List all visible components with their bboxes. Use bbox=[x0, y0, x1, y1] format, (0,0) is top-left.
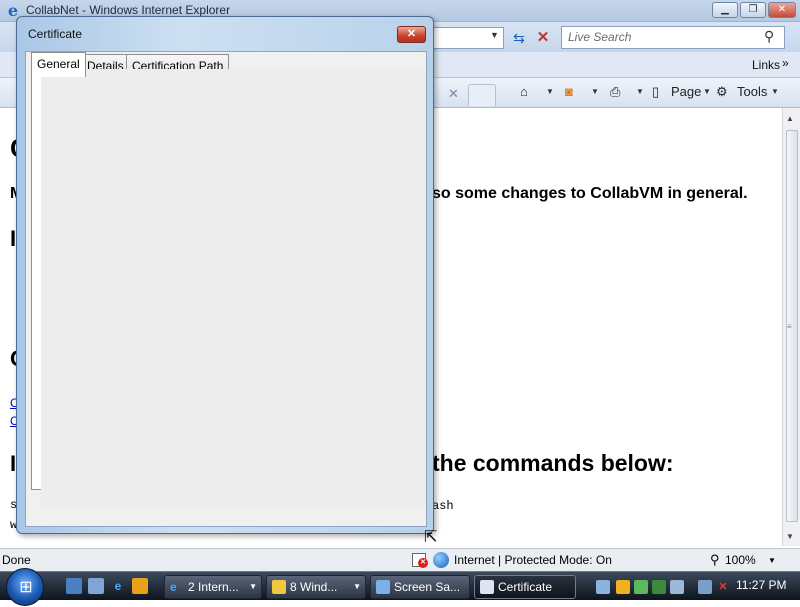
ie-quicklaunch-icon[interactable]: e bbox=[110, 578, 126, 594]
search-icon[interactable]: ⚲ bbox=[764, 28, 774, 45]
vertical-scrollbar[interactable]: ▲ ≡ ▼ bbox=[782, 108, 800, 546]
clock[interactable]: 11:27 PM bbox=[736, 578, 786, 592]
tray-app-icon[interactable] bbox=[652, 580, 666, 594]
page-dropdown-icon[interactable]: ▼ bbox=[703, 87, 711, 96]
new-tab-button[interactable] bbox=[468, 84, 496, 106]
scroll-grip-icon: ≡ bbox=[787, 322, 792, 331]
feeds-icon[interactable]: ◙ bbox=[565, 84, 573, 99]
media-player-icon[interactable] bbox=[132, 578, 148, 594]
scroll-up-icon[interactable]: ▲ bbox=[786, 114, 794, 123]
home-dropdown-icon[interactable]: ▼ bbox=[546, 87, 554, 96]
scroll-down-icon[interactable]: ▼ bbox=[786, 532, 794, 541]
page-icon: ▯ bbox=[652, 84, 660, 99]
zoom-level[interactable]: 100% bbox=[725, 553, 756, 567]
certificate-dialog: Certificate ✕ General Details Certificat… bbox=[16, 16, 434, 534]
window-close-button[interactable]: ✕ bbox=[768, 2, 796, 18]
page-text-line: so some changes to CollabVM in general. bbox=[432, 185, 748, 202]
taskbar-item-windows[interactable]: 8 Wind... ▼ bbox=[266, 575, 366, 599]
print-icon[interactable]: ⎙ bbox=[610, 84, 620, 100]
task-label: 8 Wind... bbox=[290, 580, 338, 594]
folder-task-icon bbox=[272, 580, 286, 594]
links-chevron-icon[interactable]: » bbox=[782, 56, 789, 70]
task-label: Screen Sa... bbox=[394, 580, 461, 594]
tools-dropdown-icon[interactable]: ▼ bbox=[771, 87, 779, 96]
tab-general[interactable]: General bbox=[31, 52, 86, 77]
refresh-icon[interactable]: ⇆ bbox=[508, 27, 530, 49]
certificate-task-icon bbox=[480, 580, 494, 594]
maximize-button[interactable]: ❐ bbox=[740, 2, 766, 18]
status-text: Done bbox=[2, 553, 31, 567]
start-button[interactable]: ⊞ bbox=[6, 568, 44, 606]
task-dropdown-icon: ▼ bbox=[249, 582, 257, 591]
zoom-icon: ⚲ bbox=[710, 552, 720, 567]
dialog-close-button[interactable]: ✕ bbox=[397, 26, 426, 43]
window-title: CollabNet - Windows Internet Explorer bbox=[26, 3, 231, 17]
tray-security-icon[interactable] bbox=[616, 580, 630, 594]
page-code-text: ash bbox=[432, 499, 454, 513]
tools-menu-button[interactable]: Tools bbox=[737, 84, 767, 99]
show-desktop-icon[interactable] bbox=[66, 578, 82, 594]
home-icon[interactable]: ⌂ bbox=[520, 84, 528, 99]
minimize-button[interactable]: ▁ bbox=[712, 2, 738, 18]
address-dropdown-icon[interactable]: ▼ bbox=[490, 30, 499, 40]
windows-flag-icon: ⊞ bbox=[19, 579, 33, 596]
task-label: 2 Intern... bbox=[188, 580, 239, 594]
network-icon[interactable] bbox=[698, 580, 712, 594]
tray-update-icon[interactable] bbox=[634, 580, 648, 594]
links-label[interactable]: Links bbox=[752, 58, 780, 72]
feeds-dropdown-icon[interactable]: ▼ bbox=[591, 87, 599, 96]
page-heading: the commands below: bbox=[432, 450, 674, 476]
tab-close-icon[interactable]: ✕ bbox=[448, 86, 459, 102]
print-dropdown-icon[interactable]: ▼ bbox=[636, 87, 644, 96]
task-dropdown-icon: ▼ bbox=[353, 582, 361, 591]
taskbar: ⊞ e e 2 Intern... ▼ 8 Wind... ▼ Screen S… bbox=[0, 568, 800, 606]
zoom-dropdown-icon[interactable]: ▼ bbox=[768, 556, 776, 565]
tray-device-icon[interactable] bbox=[596, 580, 610, 594]
page-menu-button[interactable]: Page bbox=[671, 84, 701, 99]
stop-icon[interactable]: ✕ bbox=[532, 27, 554, 49]
switch-windows-icon[interactable] bbox=[88, 578, 104, 594]
mouse-cursor-icon: ⇱ bbox=[424, 529, 438, 546]
security-zone-text[interactable]: Internet | Protected Mode: On bbox=[454, 553, 612, 567]
tools-gear-icon: ⚙ bbox=[716, 84, 728, 99]
unpainted-region bbox=[41, 69, 425, 509]
tray-user-icon[interactable] bbox=[670, 580, 684, 594]
taskbar-item-ie[interactable]: e 2 Intern... ▼ bbox=[164, 575, 262, 599]
volume-muted-icon[interactable]: ✕ bbox=[716, 580, 730, 594]
screen-saver-task-icon bbox=[376, 580, 390, 594]
ie-task-icon: e bbox=[170, 580, 177, 594]
taskbar-item-screen-saver[interactable]: Screen Sa... bbox=[370, 575, 470, 599]
status-bar: Done ✕ Internet | Protected Mode: On ⚲ 1… bbox=[0, 548, 800, 571]
internet-zone-globe-icon bbox=[433, 552, 449, 568]
blocked-x-icon: ✕ bbox=[418, 558, 428, 568]
taskbar-item-certificate[interactable]: Certificate bbox=[474, 575, 576, 599]
search-input[interactable]: Live Search bbox=[561, 26, 785, 49]
dialog-title: Certificate bbox=[28, 27, 83, 41]
task-label: Certificate bbox=[498, 580, 553, 594]
